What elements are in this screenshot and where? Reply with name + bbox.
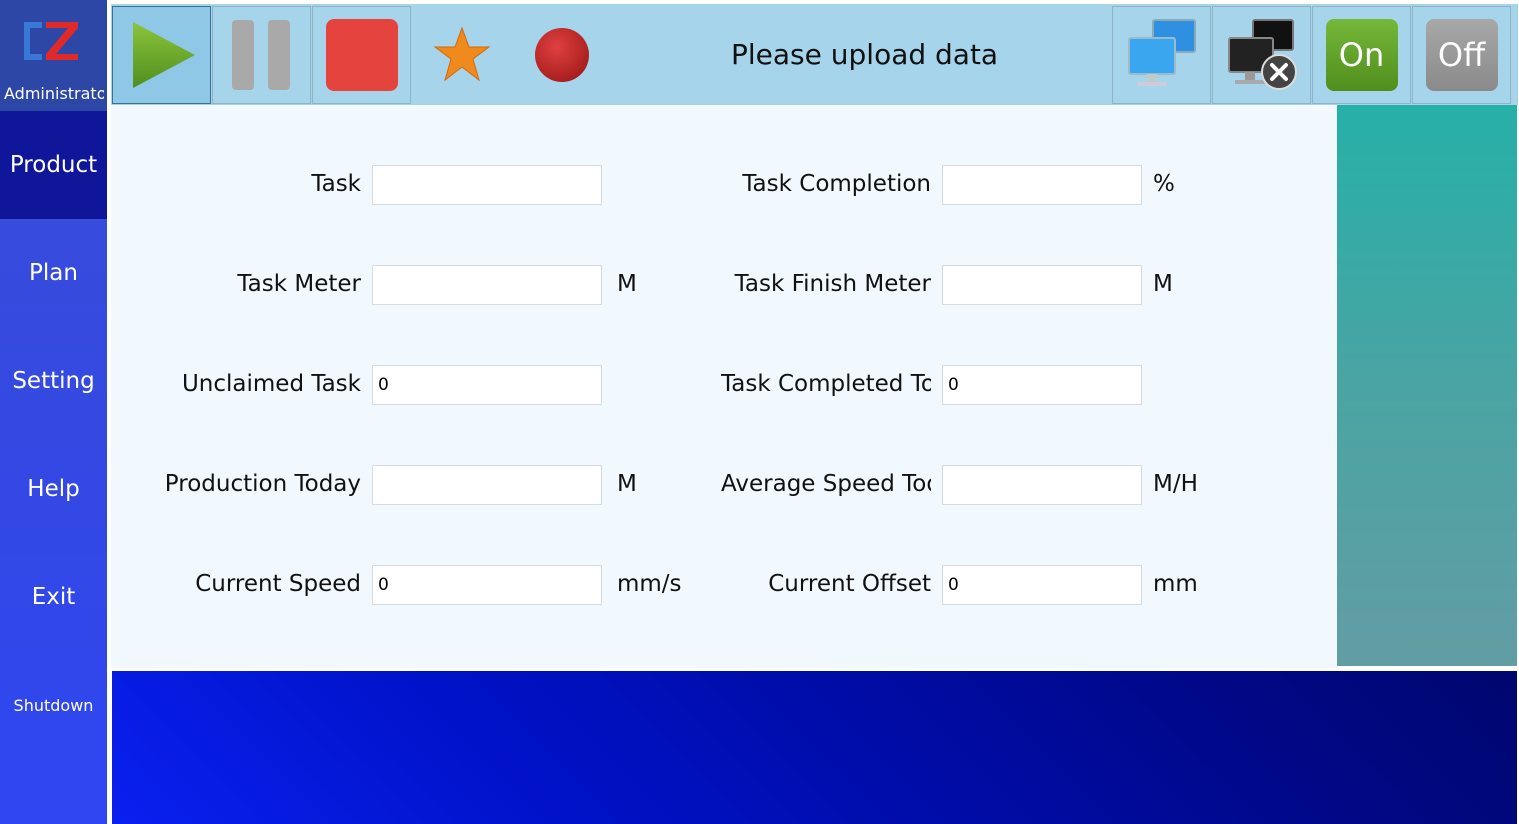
nav-product[interactable]: Product [0,111,107,219]
task-completion-field[interactable] [942,165,1142,205]
production-today-label: Production Today [164,471,361,497]
current-speed-unit: mm/s [617,571,682,597]
current-speed-label: Current Speed [195,571,361,597]
off-button[interactable]: Off [1412,6,1511,104]
task-meter-field[interactable] [372,265,602,305]
on-label-box: On [1325,19,1398,91]
user-name: Administrator [4,84,104,103]
nav-shutdown[interactable]: Shutdown [0,651,107,759]
toolbar: Please upload data On Off [111,4,1518,105]
start-button[interactable] [112,6,211,104]
record-icon [534,28,589,82]
average-speed-today-field[interactable] [942,465,1142,505]
task-completion-unit: % [1153,171,1175,197]
unclaimed-task-field[interactable] [372,365,602,405]
nav-plan[interactable]: Plan [0,219,107,327]
record-button[interactable] [512,6,611,104]
status-message: Please upload data [731,38,999,71]
sidebar: Administrator Product Plan Setting Help … [0,0,107,824]
connect-button[interactable] [1112,6,1211,104]
logo-area: Administrator [0,0,107,111]
nav-help[interactable]: Help [0,435,107,543]
average-speed-today-label: Average Speed Today [721,471,931,497]
task-finish-meter-unit: M [1153,271,1173,297]
product-form: Task Task Completion % Task Meter M Task… [111,105,1337,668]
nav-setting[interactable]: Setting [0,327,107,435]
task-finish-meter-field[interactable] [942,265,1142,305]
favorite-button[interactable] [412,6,511,104]
task-completed-today-label: Task Completed Today [721,371,931,397]
stop-icon [325,19,398,91]
task-meter-unit: M [617,271,637,297]
company-logo [24,22,78,60]
play-icon [132,22,195,88]
task-field[interactable] [372,165,602,205]
pause-icon [231,20,290,90]
disconnect-button[interactable] [1212,6,1311,104]
task-label: Task [311,171,361,197]
task-meter-label: Task Meter [237,271,361,297]
on-label: On [1338,36,1385,74]
on-button[interactable]: On [1312,6,1411,104]
task-completed-today-field[interactable] [942,365,1142,405]
current-speed-field[interactable] [372,565,602,605]
star-icon [433,26,490,82]
current-offset-field[interactable] [942,565,1142,605]
side-status-panel [1337,105,1517,666]
bottom-display-panel [112,671,1517,824]
pause-button[interactable] [212,6,311,104]
off-label: Off [1437,36,1486,74]
unclaimed-task-label: Unclaimed Task [181,371,361,397]
network-connected-icon [1127,19,1196,86]
production-today-unit: M [617,471,637,497]
current-offset-unit: mm [1153,571,1198,597]
network-disconnected-icon [1227,19,1297,90]
task-finish-meter-label: Task Finish Meter [734,271,931,297]
nav-exit[interactable]: Exit [0,543,107,651]
stop-button[interactable] [312,6,411,104]
current-offset-label: Current Offset [768,571,931,597]
off-label-box: Off [1425,19,1498,91]
average-speed-today-unit: M/H [1153,471,1198,497]
task-completion-label: Task Completion [742,171,931,197]
production-today-field[interactable] [372,465,602,505]
